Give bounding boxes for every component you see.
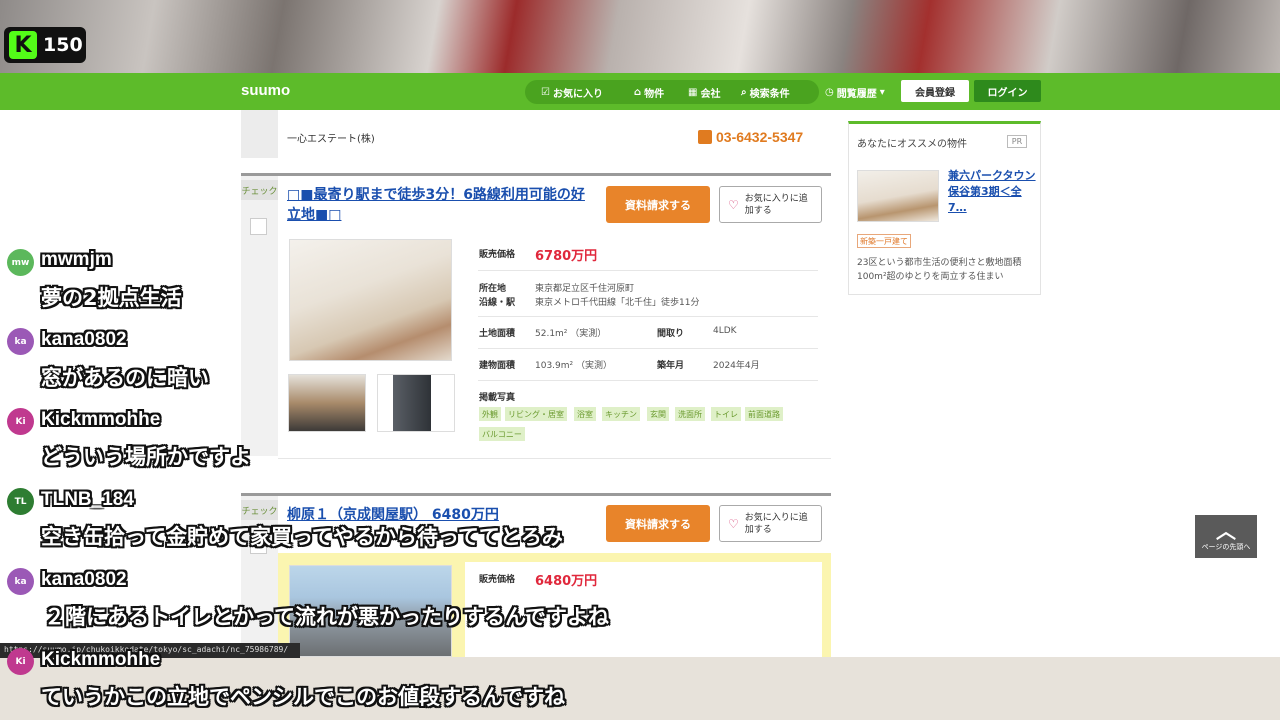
nav-companies[interactable]: ▦ 会社 bbox=[688, 85, 720, 100]
listing1-checkbox[interactable] bbox=[250, 218, 267, 235]
recommend-description: 23区という都市生活の便利さと敷地面積100m²超のゆとりを両立する住まい bbox=[857, 258, 1022, 282]
listing1-thumb-kitchen[interactable] bbox=[288, 374, 366, 432]
kick-logo-icon: K bbox=[9, 31, 37, 59]
photo-tag[interactable]: バルコニー bbox=[479, 427, 525, 441]
listing-divider bbox=[241, 173, 831, 176]
photo-tag[interactable]: リビング・居室 bbox=[505, 407, 567, 421]
nav-history[interactable]: ◷ 閲覧履歴 ▾ bbox=[825, 85, 885, 100]
chat-message: 窓があるのに暗い bbox=[41, 366, 209, 390]
listing1-request-button[interactable]: 資料請求する bbox=[606, 186, 710, 223]
listing1-layout: 4LDK bbox=[713, 326, 737, 336]
price-label: 販売価格 bbox=[479, 575, 516, 585]
listing1-building: 103.9m² （実測） bbox=[535, 361, 613, 371]
nav-search-conditions[interactable]: ⌕ 検索条件 bbox=[741, 85, 790, 100]
chat-message: どういう場所かですよ bbox=[41, 445, 251, 469]
chat-message: ２階にあるトイレとかって流れが悪かったりするんですよね bbox=[44, 605, 609, 629]
listing1-land: 52.1m² （実測） bbox=[535, 329, 607, 339]
line-label: 沿線・駅 bbox=[479, 298, 516, 308]
chat-avatar: Ki bbox=[7, 408, 34, 435]
favorites-icon: ☑ bbox=[541, 86, 550, 98]
chat-username: Kickmmohhe bbox=[41, 649, 161, 670]
row-divider bbox=[478, 316, 818, 317]
row-divider bbox=[478, 380, 818, 381]
chat-message: 夢の2拠点生活 bbox=[41, 286, 182, 310]
chat-avatar: mw bbox=[7, 249, 34, 276]
photo-tag[interactable]: 前面道路 bbox=[745, 407, 783, 421]
listing1-title[interactable]: □■最寄り駅まで徒歩3分！6路線利用可能の好立地■□ bbox=[287, 185, 592, 225]
heart-icon: ♡ bbox=[728, 516, 739, 531]
phone-number: 03-6432-5347 bbox=[698, 129, 803, 145]
recommend-photo[interactable] bbox=[857, 170, 939, 222]
suumo-logo[interactable]: suumo bbox=[241, 82, 290, 99]
photos-label: 掲載写真 bbox=[479, 393, 516, 403]
pr-badge: PR bbox=[1007, 135, 1027, 148]
chat-avatar: Ki bbox=[7, 648, 34, 675]
nav-properties[interactable]: ⌂ 物件 bbox=[634, 85, 664, 100]
new-house-badge: 新築一戸建て bbox=[857, 234, 911, 248]
clock-icon: ◷ bbox=[825, 86, 834, 98]
chat-username: Kickmmohhe bbox=[41, 409, 161, 430]
chat-avatar: TL bbox=[7, 488, 34, 515]
built-label: 築年月 bbox=[657, 361, 685, 371]
chat-username: kana0802 bbox=[41, 569, 127, 590]
listing1-main-photo[interactable] bbox=[289, 239, 452, 361]
listing2-check-label: チェック bbox=[241, 500, 278, 520]
listing-divider bbox=[241, 493, 831, 496]
nav-favorites[interactable]: ☑ お気に入り bbox=[541, 85, 603, 100]
chat-message: ていうかこの立地でペンシルでこのお値段するんですね bbox=[41, 685, 565, 709]
caret-down-icon: ▾ bbox=[879, 86, 885, 98]
screen: K 150 suumo ☑ お気に入り ⌂ 物件 ▦ 会社 ⌕ 検索条件 ◷ 閲覧履歴 ▾ … bbox=[0, 0, 1280, 720]
viewer-count-badge: K 150 bbox=[4, 27, 86, 63]
row-divider bbox=[278, 458, 831, 459]
land-label: 土地面積 bbox=[479, 329, 516, 339]
register-button[interactable]: 会員登録 bbox=[901, 80, 969, 102]
listing1-price: 6780万円 bbox=[535, 249, 598, 264]
price-label: 販売価格 bbox=[479, 250, 516, 260]
heart-icon: ♡ bbox=[728, 197, 739, 212]
chat-username: mwmjm bbox=[41, 249, 112, 270]
layout-label: 間取り bbox=[657, 329, 685, 339]
chat-username: kana0802 bbox=[41, 329, 127, 350]
chat-message: 空き缶拾って金貯めて家買ってやるから待っててとろみ bbox=[41, 525, 563, 549]
photo-tag[interactable]: 洗面所 bbox=[675, 407, 705, 421]
house-icon: ⌂ bbox=[634, 86, 642, 98]
chat-username: TLNB_184 bbox=[41, 489, 134, 510]
chevron-up-icon: ︿ bbox=[1216, 518, 1236, 543]
listing2-price: 6480万円 bbox=[535, 574, 598, 589]
company-name: 一心エステート(株) bbox=[287, 134, 375, 145]
webcam-background bbox=[0, 0, 1280, 73]
chat-avatar: ka bbox=[7, 568, 34, 595]
location-label: 所在地 bbox=[479, 284, 507, 294]
photo-tag[interactable]: トイレ bbox=[711, 407, 741, 421]
building-icon: ▦ bbox=[688, 86, 698, 98]
listing1-built: 2024年4月 bbox=[713, 361, 760, 371]
listing1-favorite-button[interactable]: ♡ お気に入りに追加する bbox=[719, 186, 822, 223]
building-label: 建物面積 bbox=[479, 361, 516, 371]
recommend-title: あなたにオススメの物件 bbox=[857, 139, 967, 150]
photo-tag[interactable]: 玄関 bbox=[647, 407, 669, 421]
photo-tag[interactable]: キッチン bbox=[602, 407, 640, 421]
row-divider bbox=[478, 270, 818, 271]
chat-avatar: ka bbox=[7, 328, 34, 355]
listing1-location: 東京都足立区千住河原町 bbox=[535, 284, 635, 294]
viewer-count: 150 bbox=[43, 34, 83, 56]
listing2-request-button[interactable]: 資料請求する bbox=[606, 505, 710, 542]
check-column bbox=[241, 110, 278, 158]
row-divider bbox=[478, 348, 818, 349]
phone-icon bbox=[698, 130, 712, 144]
listing1-check-label: チェック bbox=[241, 180, 278, 200]
listing1-line: 東京メトロ千代田線「北千住」徒歩11分 bbox=[535, 298, 700, 308]
listing1-thumb-exterior[interactable] bbox=[377, 374, 455, 432]
login-button[interactable]: ログイン bbox=[974, 80, 1041, 102]
page-top-button[interactable]: ︿ ページの先頭へ bbox=[1195, 515, 1257, 558]
search-icon: ⌕ bbox=[741, 86, 747, 98]
photo-tag[interactable]: 外観 bbox=[479, 407, 501, 421]
listing2-favorite-button[interactable]: ♡ お気に入りに追加する bbox=[719, 505, 822, 542]
recommend-link[interactable]: 兼六パークタウン保谷第3期＜全7… bbox=[948, 168, 1036, 216]
photo-tag[interactable]: 浴室 bbox=[574, 407, 596, 421]
